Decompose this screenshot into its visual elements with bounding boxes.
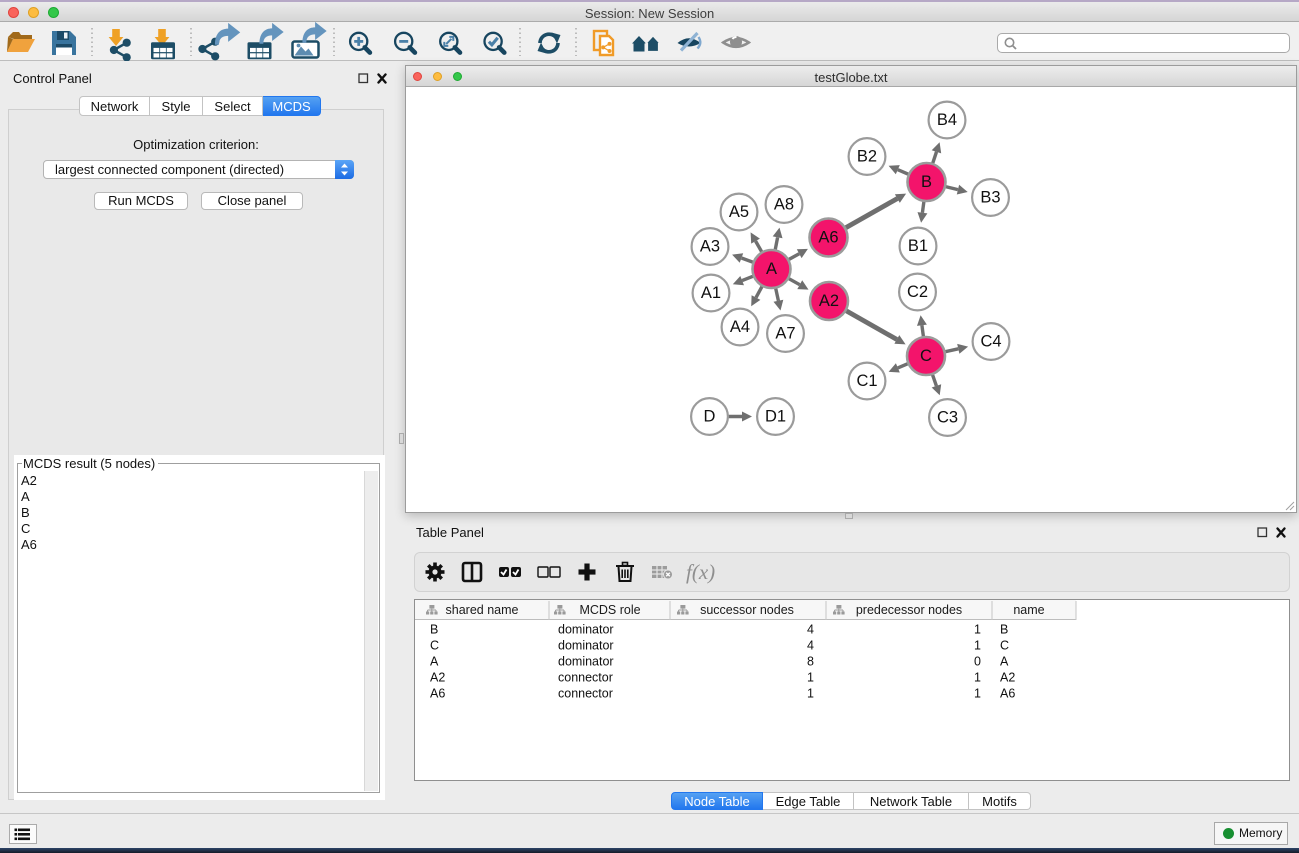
svg-text:connector: connector: [558, 687, 613, 701]
svg-text:1: 1: [974, 687, 981, 701]
svg-text:successor nodes: successor nodes: [700, 603, 794, 617]
svg-text:A6: A6: [1000, 687, 1015, 701]
svg-text:A2: A2: [430, 671, 445, 685]
svg-text:dominator: dominator: [558, 623, 614, 637]
svg-text:D1: D1: [765, 408, 786, 426]
svg-text:0: 0: [974, 655, 981, 669]
svg-text:1: 1: [974, 671, 981, 685]
svg-text:C4: C4: [980, 333, 1001, 351]
svg-text:B1: B1: [908, 237, 928, 255]
svg-text:A2: A2: [819, 292, 839, 310]
svg-text:A: A: [766, 260, 777, 278]
svg-text:4: 4: [807, 623, 814, 637]
svg-text:shared name: shared name: [446, 603, 519, 617]
svg-text:B: B: [921, 173, 932, 191]
svg-text:4: 4: [807, 639, 814, 653]
svg-text:B3: B3: [980, 189, 1000, 207]
svg-text:dominator: dominator: [558, 639, 614, 653]
svg-text:A6: A6: [430, 687, 445, 701]
svg-text:B: B: [1000, 623, 1008, 637]
svg-text:A5: A5: [729, 203, 749, 221]
svg-text:predecessor nodes: predecessor nodes: [856, 603, 962, 617]
svg-text:B: B: [430, 623, 438, 637]
svg-text:A2: A2: [1000, 671, 1015, 685]
svg-text:B4: B4: [937, 111, 957, 129]
svg-text:8: 8: [807, 655, 814, 669]
svg-text:1: 1: [974, 639, 981, 653]
svg-text:MCDS role: MCDS role: [579, 603, 640, 617]
svg-text:A1: A1: [701, 284, 721, 302]
svg-text:C1: C1: [856, 372, 877, 390]
svg-text:1: 1: [974, 623, 981, 637]
svg-text:C2: C2: [907, 283, 928, 301]
svg-text:A7: A7: [775, 325, 795, 343]
svg-text:connector: connector: [558, 671, 613, 685]
svg-text:D: D: [704, 408, 716, 426]
svg-text:C3: C3: [937, 409, 958, 427]
svg-text:1: 1: [807, 671, 814, 685]
svg-text:f(x): f(x): [686, 560, 715, 584]
svg-text:dominator: dominator: [558, 655, 614, 669]
svg-text:A: A: [430, 655, 439, 669]
svg-text:name: name: [1013, 603, 1044, 617]
svg-text:A4: A4: [730, 318, 750, 336]
svg-text:A6: A6: [818, 229, 838, 247]
svg-text:A: A: [1000, 655, 1009, 669]
svg-text:C: C: [920, 347, 932, 365]
svg-text:C: C: [430, 639, 439, 653]
svg-text:B2: B2: [857, 148, 877, 166]
svg-text:A8: A8: [774, 196, 794, 214]
svg-text:C: C: [1000, 639, 1009, 653]
svg-text:A3: A3: [700, 238, 720, 256]
svg-text:1: 1: [807, 687, 814, 701]
